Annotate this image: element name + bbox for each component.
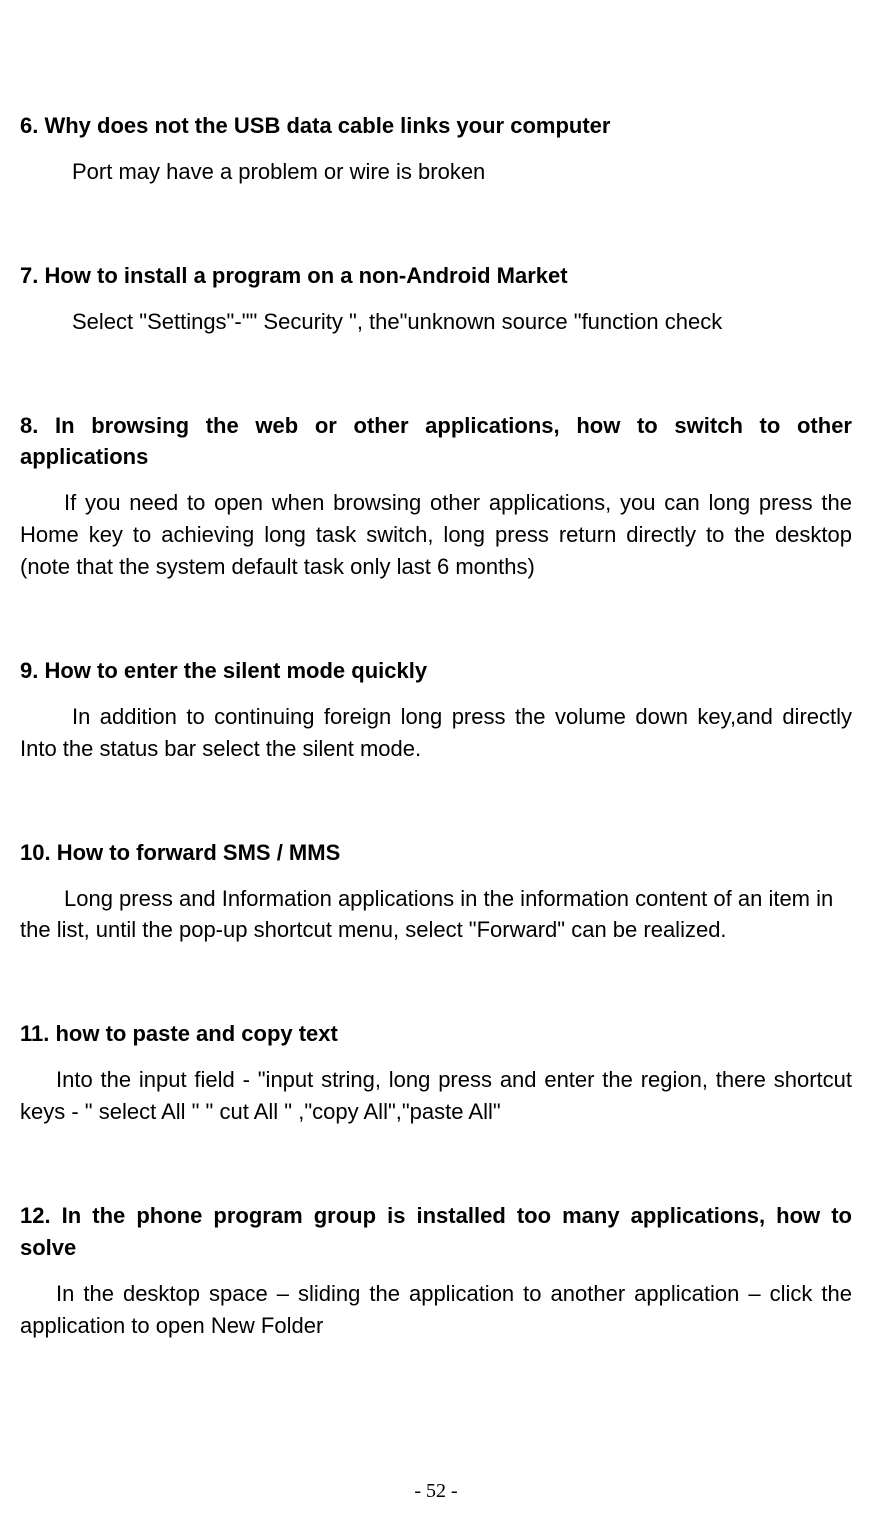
faq-heading: 12. In the phone program group is instal… <box>20 1200 852 1264</box>
faq-heading: 6. Why does not the USB data cable links… <box>20 110 852 142</box>
faq-body: Port may have a problem or wire is broke… <box>20 156 852 188</box>
faq-heading: 10. How to forward SMS / MMS <box>20 837 852 869</box>
faq-section-9: 9. How to enter the silent mode quickly … <box>20 655 852 765</box>
faq-body: Long press and Information applications … <box>20 883 852 947</box>
faq-body: Select "Settings"-"" Security ", the"unk… <box>20 306 852 338</box>
faq-section-7: 7. How to install a program on a non-And… <box>20 260 852 338</box>
faq-section-8: 8. In browsing the web or other applicat… <box>20 410 852 583</box>
page-number: - 52 - <box>0 1480 872 1503</box>
faq-body: If you need to open when browsing other … <box>20 487 852 583</box>
faq-heading: 11. how to paste and copy text <box>20 1018 852 1050</box>
faq-body: Into the input field - "input string, lo… <box>20 1064 852 1128</box>
faq-section-6: 6. Why does not the USB data cable links… <box>20 110 852 188</box>
faq-body: In addition to continuing foreign long p… <box>20 701 852 765</box>
faq-section-12: 12. In the phone program group is instal… <box>20 1200 852 1342</box>
faq-heading: 7. How to install a program on a non-And… <box>20 260 852 292</box>
faq-section-10: 10. How to forward SMS / MMS Long press … <box>20 837 852 947</box>
faq-section-11: 11. how to paste and copy text Into the … <box>20 1018 852 1128</box>
faq-heading: 9. How to enter the silent mode quickly <box>20 655 852 687</box>
faq-heading: 8. In browsing the web or other applicat… <box>20 410 852 474</box>
faq-body: In the desktop space – sliding the appli… <box>20 1278 852 1342</box>
